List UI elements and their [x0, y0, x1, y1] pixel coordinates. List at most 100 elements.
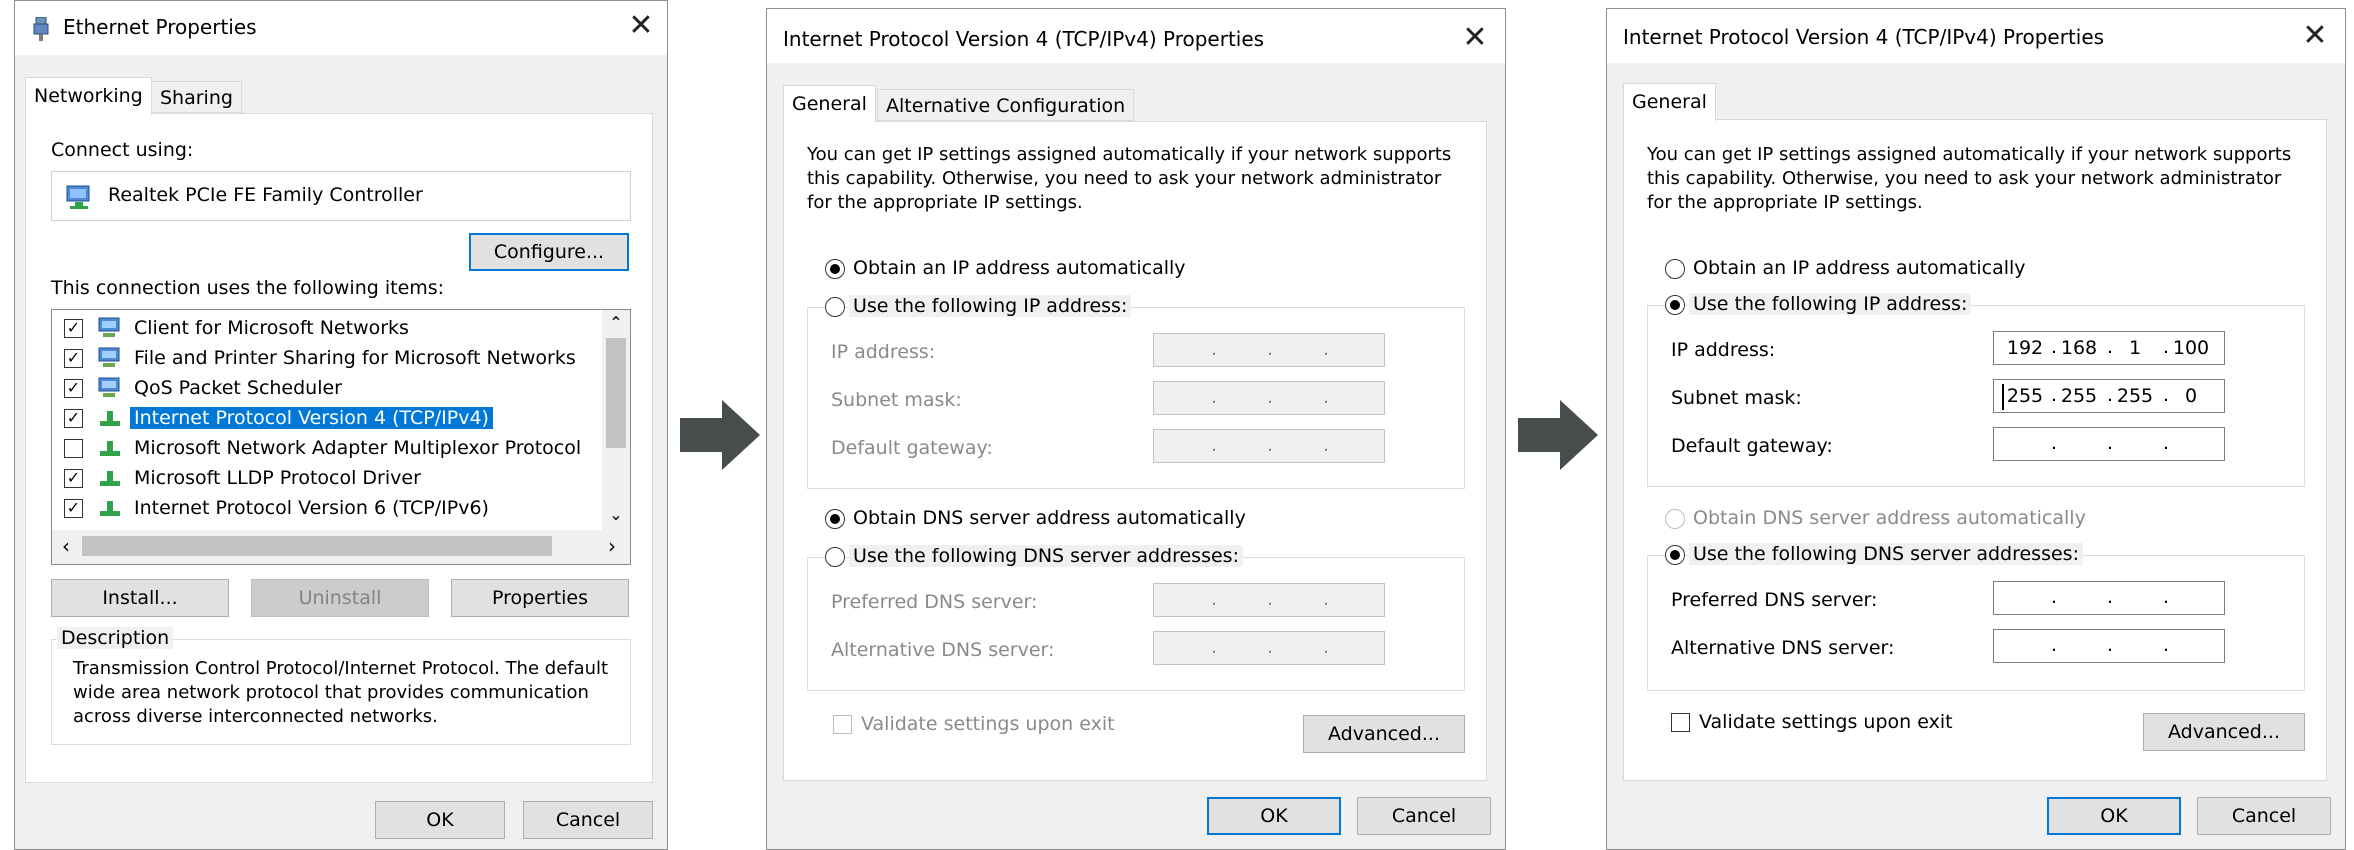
- configure-button[interactable]: Configure...: [469, 233, 629, 271]
- alternative-dns-field[interactable]: ...: [1153, 631, 1385, 665]
- subnet-octet[interactable]: 255: [2112, 380, 2158, 412]
- ok-button[interactable]: OK: [375, 801, 505, 839]
- uninstall-button[interactable]: Uninstall: [251, 579, 429, 617]
- checkbox[interactable]: ✓: [64, 409, 83, 428]
- use-dns-label: Use the following DNS server addresses:: [849, 545, 1243, 567]
- subnet-mask-label: Subnet mask:: [831, 389, 962, 411]
- checkbox[interactable]: ✓: [64, 349, 83, 368]
- validate-label: Validate settings upon exit: [861, 713, 1115, 735]
- cancel-button[interactable]: Cancel: [2197, 797, 2331, 835]
- list-item[interactable]: ✓ Microsoft LLDP Protocol Driver: [52, 464, 592, 494]
- connect-using-label: Connect using:: [51, 139, 194, 161]
- tab-alternative-configuration[interactable]: Alternative Configuration: [877, 89, 1135, 121]
- checkbox[interactable]: ✓: [64, 469, 83, 488]
- horizontal-scrollbar[interactable]: ‹ ›: [52, 530, 630, 564]
- validate-checkbox[interactable]: [1671, 713, 1690, 732]
- ok-button[interactable]: OK: [1207, 797, 1341, 835]
- list-item-selected[interactable]: ✓ Internet Protocol Version 4 (TCP/IPv4): [52, 404, 592, 434]
- alternative-dns-label: Alternative DNS server:: [1671, 637, 1895, 659]
- preferred-dns-field[interactable]: ...: [1153, 583, 1385, 617]
- use-dns-radio[interactable]: [1665, 545, 1685, 565]
- title-bar: Ethernet Properties ✕: [15, 1, 667, 55]
- obtain-ip-radio[interactable]: [1665, 259, 1685, 279]
- item-label: File and Printer Sharing for Microsoft N…: [134, 347, 576, 369]
- items-label: This connection uses the following items…: [51, 277, 445, 299]
- ip-address-label: IP address:: [1671, 339, 1776, 361]
- alternative-dns-field[interactable]: ...: [1993, 629, 2225, 663]
- description-text: Transmission Control Protocol/Internet P…: [73, 657, 608, 729]
- subnet-octet[interactable]: 0: [2168, 380, 2214, 412]
- validate-checkbox[interactable]: [833, 715, 852, 734]
- default-gateway-field[interactable]: ...: [1993, 427, 2225, 461]
- default-gateway-label: Default gateway:: [831, 437, 993, 459]
- items-list[interactable]: ✓ Client for Microsoft Networks ✓ File a…: [51, 309, 631, 565]
- window-title: Ethernet Properties: [63, 15, 257, 39]
- subnet-mask-field[interactable]: 255 . 255 . 255 . 0: [1993, 379, 2225, 413]
- obtain-dns-radio[interactable]: [825, 509, 845, 529]
- window-title: Internet Protocol Version 4 (TCP/IPv4) P…: [783, 27, 1265, 51]
- checkbox[interactable]: ✓: [64, 499, 83, 518]
- item-label: Internet Protocol Version 6 (TCP/IPv6): [134, 497, 489, 519]
- checkbox[interactable]: ✓: [64, 319, 83, 338]
- intro-text: You can get IP settings assigned automat…: [1647, 143, 2291, 215]
- checkbox[interactable]: [64, 439, 83, 458]
- scroll-right-icon[interactable]: ›: [598, 530, 626, 564]
- properties-button[interactable]: Properties: [451, 579, 629, 617]
- preferred-dns-field[interactable]: ...: [1993, 581, 2225, 615]
- tab-general[interactable]: General: [1623, 83, 1716, 121]
- item-label: QoS Packet Scheduler: [134, 377, 342, 399]
- vertical-scrollbar[interactable]: ⌃ ⌄: [602, 310, 630, 530]
- intro-line: You can get IP settings assigned automat…: [1647, 144, 2292, 165]
- ethernet-properties-window: Ethernet Properties ✕ Sharing Networking…: [14, 0, 668, 850]
- ip-octet[interactable]: 100: [2168, 332, 2214, 364]
- network-adapter-icon: [66, 185, 90, 209]
- advanced-button[interactable]: Advanced...: [2143, 713, 2305, 751]
- ip-octet[interactable]: 168: [2056, 332, 2102, 364]
- description-line: across diverse interconnected networks.: [73, 706, 438, 727]
- subnet-mask-field[interactable]: ...: [1153, 381, 1385, 415]
- close-button[interactable]: ✕: [1457, 21, 1493, 57]
- obtain-dns-radio[interactable]: [1665, 509, 1685, 529]
- use-ip-radio[interactable]: [1665, 295, 1685, 315]
- adapter-name: Realtek PCIe FE Family Controller: [108, 184, 423, 206]
- preferred-dns-label: Preferred DNS server:: [1671, 589, 1878, 611]
- scroll-down-icon[interactable]: ⌄: [602, 504, 630, 530]
- close-button[interactable]: ✕: [623, 9, 659, 45]
- close-button[interactable]: ✕: [2297, 19, 2333, 55]
- list-item[interactable]: Microsoft Network Adapter Multiplexor Pr…: [52, 434, 592, 464]
- tab-sharing[interactable]: Sharing: [151, 81, 242, 113]
- install-button[interactable]: Install...: [51, 579, 229, 617]
- ip-address-field[interactable]: 192 . 168 . 1 . 100: [1993, 331, 2225, 365]
- subnet-octet[interactable]: 255: [2002, 380, 2048, 412]
- preferred-dns-label: Preferred DNS server:: [831, 591, 1038, 613]
- scroll-thumb[interactable]: [82, 536, 552, 556]
- obtain-ip-radio[interactable]: [825, 259, 845, 279]
- network-service-icon: [98, 347, 120, 367]
- list-item[interactable]: ✓ QoS Packet Scheduler: [52, 374, 592, 404]
- ok-button[interactable]: OK: [2047, 797, 2181, 835]
- tab-networking[interactable]: Networking: [25, 77, 152, 115]
- subnet-octet[interactable]: 255: [2056, 380, 2102, 412]
- advanced-button[interactable]: Advanced...: [1303, 715, 1465, 753]
- cancel-button[interactable]: Cancel: [523, 801, 653, 839]
- tab-general[interactable]: General: [783, 85, 876, 123]
- item-label: Microsoft Network Adapter Multiplexor Pr…: [134, 437, 582, 459]
- validate-label: Validate settings upon exit: [1699, 711, 1953, 733]
- scroll-up-icon[interactable]: ⌃: [602, 310, 630, 336]
- scroll-thumb[interactable]: [606, 338, 626, 448]
- list-item[interactable]: ✓ Internet Protocol Version 6 (TCP/IPv6): [52, 494, 592, 524]
- list-item[interactable]: ✓ File and Printer Sharing for Microsoft…: [52, 344, 592, 374]
- list-item[interactable]: ✓ Client for Microsoft Networks: [52, 314, 592, 344]
- default-gateway-field[interactable]: ...: [1153, 429, 1385, 463]
- network-protocol-icon: [100, 411, 120, 426]
- ip-octet[interactable]: 192: [2002, 332, 2048, 364]
- ip-address-field[interactable]: ...: [1153, 333, 1385, 367]
- use-ip-radio[interactable]: [825, 297, 845, 317]
- network-service-icon: [98, 377, 120, 397]
- use-dns-radio[interactable]: [825, 547, 845, 567]
- ip-octet[interactable]: 1: [2112, 332, 2158, 364]
- cancel-button[interactable]: Cancel: [1357, 797, 1491, 835]
- alternative-dns-label: Alternative DNS server:: [831, 639, 1055, 661]
- scroll-left-icon[interactable]: ‹: [52, 530, 80, 564]
- checkbox[interactable]: ✓: [64, 379, 83, 398]
